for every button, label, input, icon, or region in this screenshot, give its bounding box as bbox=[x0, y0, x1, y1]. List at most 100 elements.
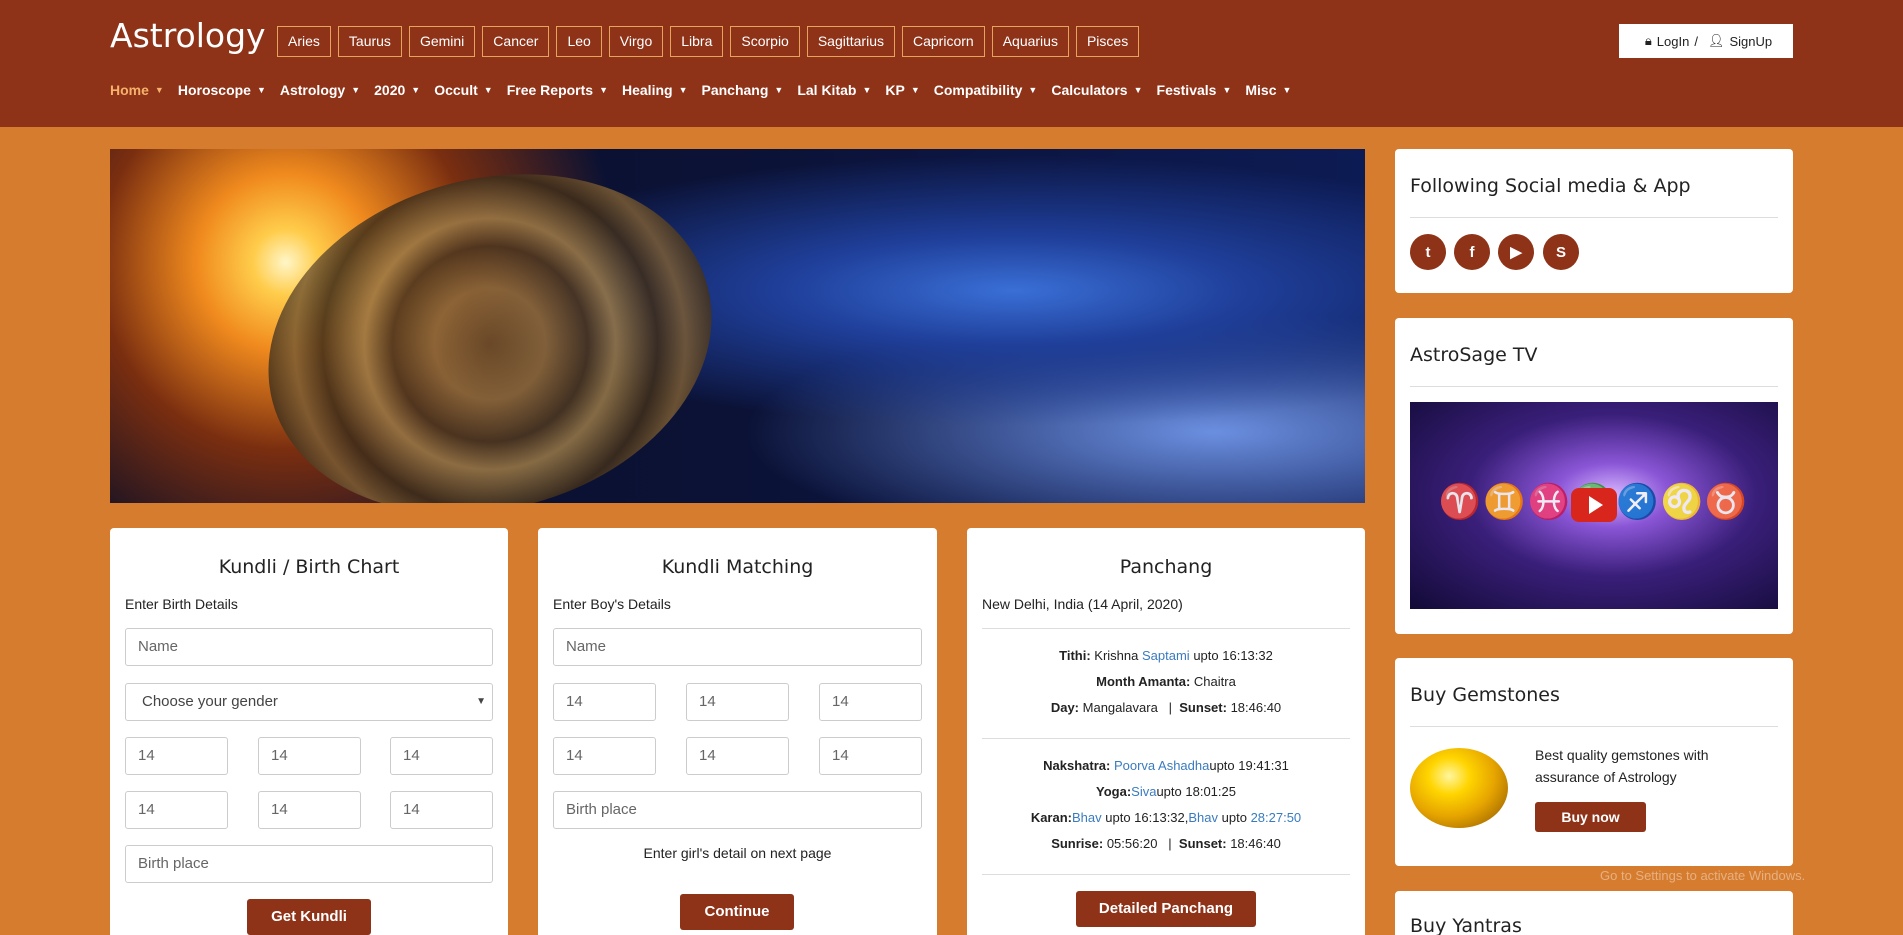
chevron-down-icon: ▼ bbox=[476, 696, 486, 707]
skype-icon[interactable]: S bbox=[1543, 234, 1579, 270]
nav-healing[interactable]: Healing ▼ bbox=[622, 82, 688, 98]
boy-name-input[interactable]: Name bbox=[553, 628, 922, 666]
sign-leo[interactable]: Leo bbox=[556, 26, 602, 57]
nav-astrology[interactable]: Astrology ▼ bbox=[280, 82, 360, 98]
login-link[interactable]: LogIn bbox=[1657, 34, 1690, 49]
sign-sagittarius[interactable]: Sagittarius bbox=[806, 26, 895, 57]
chevron-down-icon: ▼ bbox=[1028, 85, 1038, 95]
auth-box: 🔒︎ LogIn / 👤︎ SignUp bbox=[1619, 24, 1793, 58]
sign-taurus[interactable]: Taurus bbox=[337, 26, 402, 57]
nav-calculators[interactable]: Calculators ▼ bbox=[1051, 82, 1142, 98]
chevron-down-icon: ▼ bbox=[774, 85, 784, 95]
panchang-title: Panchang bbox=[1119, 556, 1213, 578]
kundli-subtitle: Enter Birth Details bbox=[125, 596, 238, 612]
nakshatra-time: upto 19:41:31 bbox=[1209, 758, 1289, 773]
nav-kp[interactable]: KP ▼ bbox=[885, 82, 919, 98]
nakshatra-link[interactable]: Poorva Ashadha bbox=[1114, 758, 1209, 773]
tithi-link[interactable]: Saptami bbox=[1142, 648, 1190, 663]
sign-virgo[interactable]: Virgo bbox=[608, 26, 664, 57]
divider bbox=[1410, 217, 1778, 218]
nav-lal-kitab[interactable]: Lal Kitab ▼ bbox=[797, 82, 871, 98]
nav-label: Panchang bbox=[701, 82, 769, 98]
yoga-link[interactable]: Siva bbox=[1131, 784, 1156, 799]
kundli-name-input[interactable]: Name bbox=[125, 628, 493, 666]
nav-home[interactable]: Home ▼ bbox=[110, 82, 164, 98]
hero-banner[interactable] bbox=[110, 149, 1365, 503]
sunset-value: 18:46:40 bbox=[1230, 836, 1281, 851]
karan-link[interactable]: Bhav bbox=[1188, 810, 1218, 825]
sign-libra[interactable]: Libra bbox=[670, 26, 724, 57]
nav-2020[interactable]: 2020 ▼ bbox=[374, 82, 420, 98]
youtube-icon[interactable]: ▶ bbox=[1498, 234, 1534, 270]
tv-title: AstroSage TV bbox=[1410, 344, 1538, 366]
chevron-down-icon: ▼ bbox=[862, 85, 872, 95]
auth-separator: / bbox=[1694, 33, 1698, 49]
boy-day-input[interactable]: 14 bbox=[553, 683, 656, 721]
day-value: Mangalavara bbox=[1082, 700, 1158, 715]
gem-description: Best quality gemstones with assurance of… bbox=[1535, 747, 1709, 785]
site-logo[interactable]: Astrology bbox=[110, 16, 266, 55]
kundli-day-input[interactable]: 14 bbox=[125, 737, 228, 775]
karan-link[interactable]: Bhav bbox=[1072, 810, 1102, 825]
detailed-panchang-button[interactable]: Detailed Panchang bbox=[1076, 891, 1256, 927]
yoga-line: Yoga:Sivaupto 18:01:25 bbox=[967, 784, 1365, 799]
kundli-place-input[interactable]: Birth place bbox=[125, 845, 493, 883]
boy-minute-input[interactable]: 14 bbox=[686, 737, 789, 775]
chevron-down-icon: ▼ bbox=[411, 85, 421, 95]
sign-cancer[interactable]: Cancer bbox=[482, 26, 550, 57]
windows-watermark: Activate Windows bbox=[1600, 842, 1743, 862]
chevron-down-icon: ▼ bbox=[1282, 85, 1292, 95]
play-icon[interactable] bbox=[1571, 488, 1617, 522]
continue-button[interactable]: Continue bbox=[680, 894, 794, 930]
nakshatra-label: Nakshatra: bbox=[1043, 758, 1111, 773]
boy-month-input[interactable]: 14 bbox=[686, 683, 789, 721]
month-label: Month Amanta: bbox=[1096, 674, 1191, 689]
nav-panchang[interactable]: Panchang ▼ bbox=[702, 82, 784, 98]
chevron-down-icon: ▼ bbox=[351, 85, 361, 95]
panchang-location: New Delhi, India (14 April, 2020) bbox=[982, 596, 1183, 612]
sign-aries[interactable]: Aries bbox=[277, 26, 331, 57]
kundli-gender-select[interactable]: Choose your gender ▼ bbox=[125, 683, 493, 721]
boy-place-input[interactable]: Birth place bbox=[553, 791, 922, 829]
sign-gemini[interactable]: Gemini bbox=[408, 26, 476, 57]
tv-video-thumbnail[interactable]: ♈♊♓♎♐♌♉ bbox=[1410, 402, 1778, 609]
kundli-minute-input[interactable]: 14 bbox=[258, 791, 361, 829]
nav-misc[interactable]: Misc ▼ bbox=[1245, 82, 1291, 98]
gemstone-image[interactable] bbox=[1410, 748, 1508, 828]
matching-card: Kundli Matching Enter Boy's Details Name… bbox=[538, 528, 937, 935]
nav-horoscope[interactable]: Horoscope ▼ bbox=[178, 82, 266, 98]
chevron-down-icon: ▼ bbox=[1133, 85, 1143, 95]
buy-now-button[interactable]: Buy now bbox=[1535, 802, 1646, 832]
nav-festivals[interactable]: Festivals ▼ bbox=[1157, 82, 1232, 98]
nav-label: Compatibility bbox=[933, 82, 1023, 98]
nav-compatibility[interactable]: Compatibility ▼ bbox=[934, 82, 1038, 98]
karan-line: Karan:Bhav upto 16:13:32,Bhav upto 28:27… bbox=[967, 810, 1365, 825]
get-kundli-button[interactable]: Get Kundli bbox=[247, 899, 371, 935]
yantra-title: Buy Yantras bbox=[1410, 915, 1522, 935]
karan-label: Karan: bbox=[1030, 810, 1072, 825]
boy-second-input[interactable]: 14 bbox=[819, 737, 922, 775]
karan-time-link[interactable]: 28:27:50 bbox=[1251, 810, 1302, 825]
sunset-label: Sunset: bbox=[1179, 700, 1227, 715]
twitter-icon[interactable]: t bbox=[1410, 234, 1446, 270]
sign-aquarius[interactable]: Aquarius bbox=[991, 26, 1069, 57]
boy-year-input[interactable]: 14 bbox=[819, 683, 922, 721]
nav-free-reports[interactable]: Free Reports ▼ bbox=[507, 82, 608, 98]
boy-hour-input[interactable]: 14 bbox=[553, 737, 656, 775]
sign-scorpio[interactable]: Scorpio bbox=[730, 26, 800, 57]
nav-label: Home bbox=[110, 82, 149, 98]
zodiac-sign-bar: Aries Taurus Gemini Cancer Leo Virgo Lib… bbox=[277, 26, 1140, 57]
kundli-month-input[interactable]: 14 bbox=[258, 737, 361, 775]
day-line: Day: Mangalavara | Sunset: 18:46:40 bbox=[967, 700, 1365, 715]
nav-occult[interactable]: Occult ▼ bbox=[434, 82, 493, 98]
social-card: Following Social media & App t f ▶ S bbox=[1395, 149, 1793, 293]
facebook-icon[interactable]: f bbox=[1454, 234, 1490, 270]
yoga-time: upto 18:01:25 bbox=[1156, 784, 1236, 799]
kundli-hour-input[interactable]: 14 bbox=[125, 791, 228, 829]
kundli-second-input[interactable]: 14 bbox=[390, 791, 493, 829]
sign-pisces[interactable]: Pisces bbox=[1075, 26, 1140, 57]
divider bbox=[1410, 386, 1778, 387]
kundli-year-input[interactable]: 14 bbox=[390, 737, 493, 775]
sign-capricorn[interactable]: Capricorn bbox=[902, 26, 985, 57]
signup-link[interactable]: SignUp bbox=[1729, 34, 1772, 49]
